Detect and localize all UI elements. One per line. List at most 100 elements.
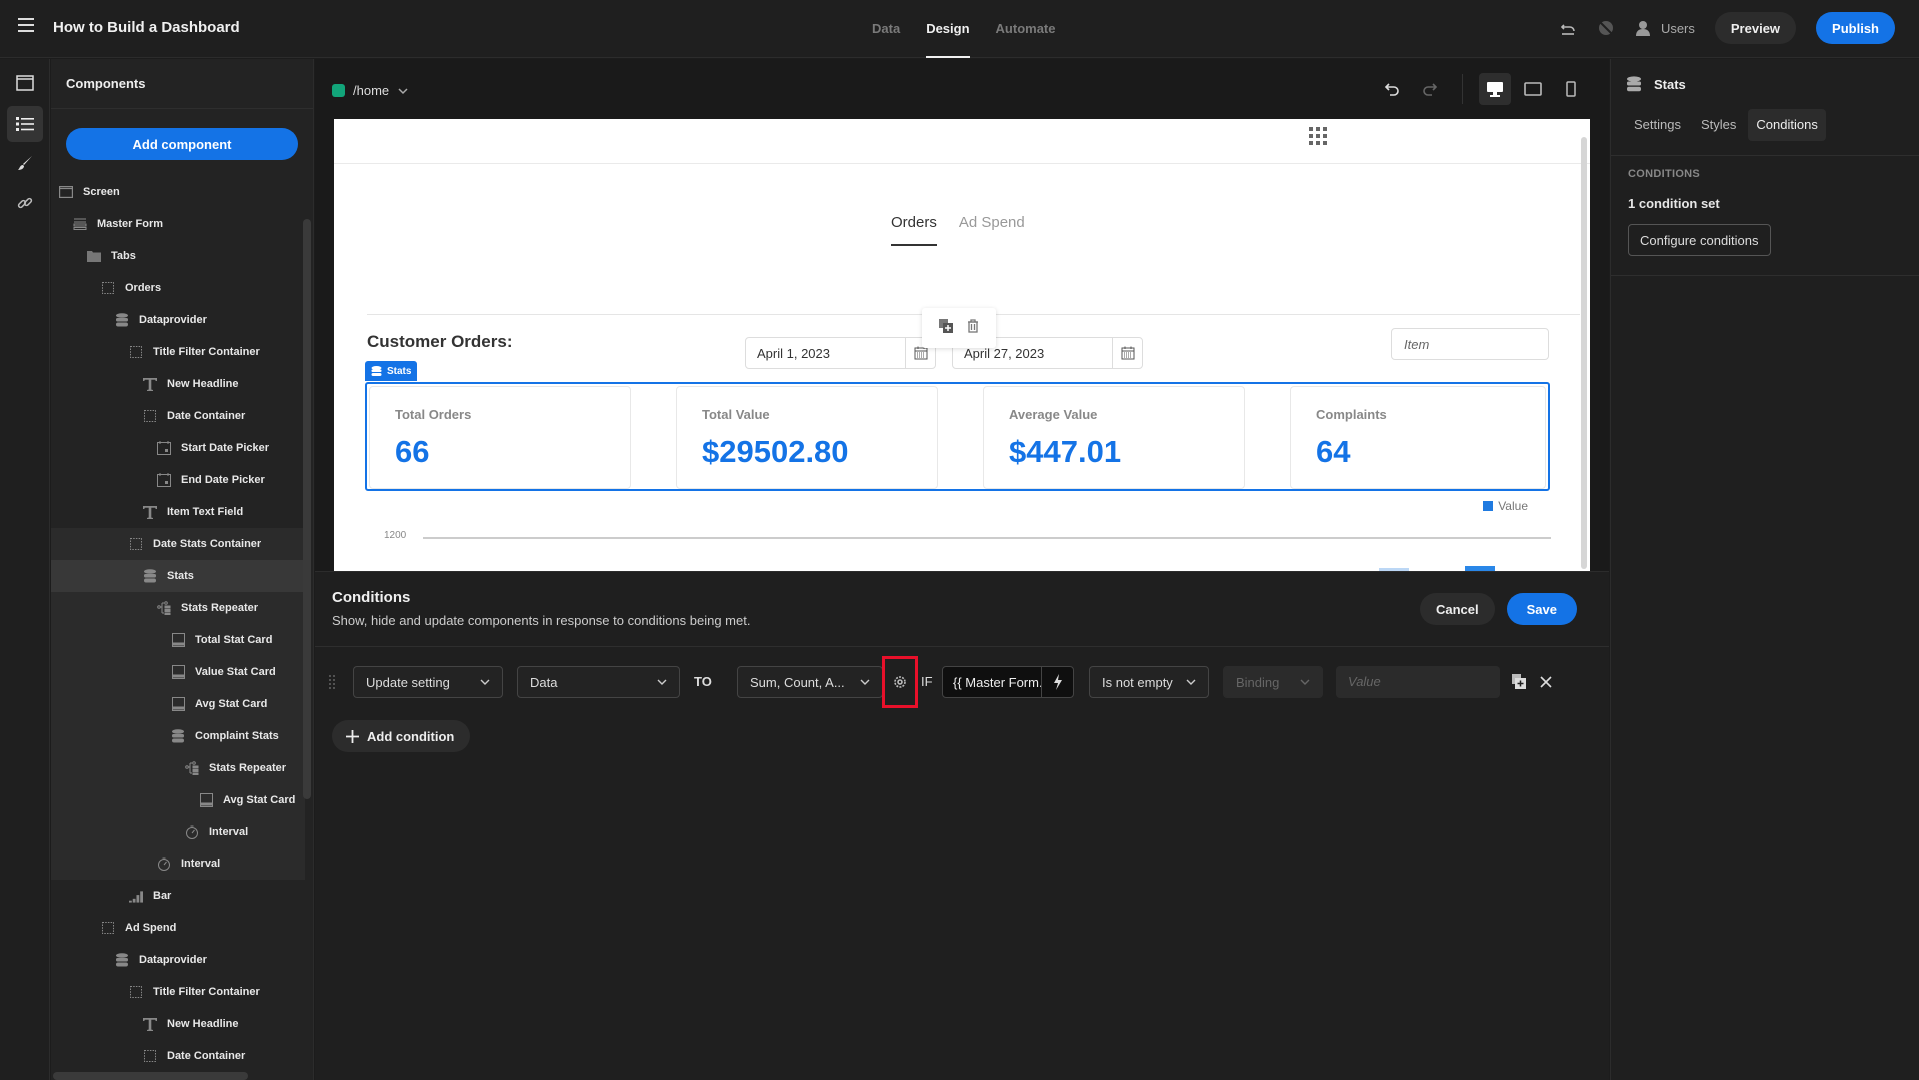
conditions-divider bbox=[315, 646, 1609, 647]
tree-item[interactable]: Avg Stat Card bbox=[51, 784, 305, 816]
cancel-button[interactable]: Cancel bbox=[1419, 593, 1495, 625]
operator-select[interactable]: Is not empty bbox=[1089, 666, 1209, 698]
drag-handle-icon[interactable] bbox=[329, 674, 335, 695]
tree-item[interactable]: End Date Picker bbox=[51, 464, 305, 496]
binding-input[interactable]: {{ Master Form.F... bbox=[942, 666, 1074, 698]
tree-item[interactable]: Item Text Field bbox=[51, 496, 305, 528]
chevron-down-icon bbox=[1186, 679, 1196, 685]
database-icon bbox=[371, 365, 382, 376]
route-selector[interactable]: /home bbox=[332, 83, 409, 98]
stats-component-badge[interactable]: Stats bbox=[365, 361, 418, 381]
tree-item[interactable]: Value Stat Card bbox=[51, 656, 305, 688]
stat-value: $29502.80 bbox=[702, 434, 849, 469]
calendar-icon[interactable] bbox=[1112, 338, 1142, 368]
tree-item-label: Date Stats Container bbox=[153, 538, 262, 550]
tree-item[interactable]: Start Date Picker bbox=[51, 432, 305, 464]
page-tab-orders[interactable]: Orders bbox=[891, 214, 937, 246]
tree-item[interactable]: Complaint Stats bbox=[51, 720, 305, 752]
tree-item[interactable]: New Headline bbox=[51, 368, 305, 400]
tree-item[interactable]: Interval bbox=[51, 848, 305, 880]
page-top-bar bbox=[334, 119, 1590, 164]
mobile-view-icon[interactable] bbox=[1555, 73, 1587, 105]
configure-conditions-button[interactable]: Configure conditions bbox=[1628, 224, 1771, 256]
screen-icon bbox=[59, 185, 73, 199]
users-button[interactable]: Users bbox=[1635, 19, 1695, 37]
tree-item[interactable]: Dataprovider bbox=[51, 944, 305, 976]
tab-styles[interactable]: Styles bbox=[1693, 109, 1744, 141]
desktop-view-icon[interactable] bbox=[1479, 73, 1511, 105]
start-date-value: April 1, 2023 bbox=[757, 346, 830, 361]
tab-settings[interactable]: Settings bbox=[1626, 109, 1689, 141]
tree-item[interactable]: Title Filter Container bbox=[51, 976, 305, 1008]
revert-icon[interactable] bbox=[1559, 19, 1577, 37]
lightning-bolt-icon[interactable] bbox=[1041, 667, 1073, 697]
tree-item[interactable]: Screen bbox=[51, 176, 305, 208]
tree-item[interactable]: Date Container bbox=[51, 1040, 305, 1072]
globe-disabled-icon[interactable] bbox=[1597, 19, 1615, 37]
stats-container[interactable]: Total Orders 66 Total Value $29502.80 Av… bbox=[365, 382, 1550, 491]
delete-icon[interactable] bbox=[967, 318, 979, 338]
action-value: Update setting bbox=[366, 674, 450, 690]
duplicate-condition-icon[interactable] bbox=[1512, 674, 1526, 694]
tree-item[interactable]: Dataprovider bbox=[51, 304, 305, 336]
setting-select[interactable]: Data bbox=[517, 666, 680, 698]
type-select[interactable]: Binding bbox=[1223, 666, 1323, 698]
database-icon bbox=[115, 953, 129, 967]
component-tree: Screen Master Form Tabs Orders Dataprovider T… bbox=[51, 176, 305, 1072]
tree-vertical-scrollbar[interactable] bbox=[303, 219, 311, 799]
tree-item-label: New Headline bbox=[167, 1018, 239, 1030]
tree-item-label: New Headline bbox=[167, 378, 239, 390]
tree-item[interactable]: Date Stats Container bbox=[51, 528, 305, 560]
tree-item-label: Tabs bbox=[111, 250, 136, 262]
add-condition-button[interactable]: Add condition bbox=[332, 720, 471, 752]
nav-automate[interactable]: Automate bbox=[996, 0, 1056, 58]
chevron-down-icon bbox=[398, 87, 408, 94]
tree-item[interactable]: Tabs bbox=[51, 240, 305, 272]
tree-item[interactable]: Bar bbox=[51, 880, 305, 912]
save-button[interactable]: Save bbox=[1506, 593, 1577, 625]
add-component-button[interactable]: Add component bbox=[66, 128, 298, 160]
tree-item[interactable]: Orders bbox=[51, 272, 305, 304]
tree-item[interactable]: Interval bbox=[51, 816, 305, 848]
tree-item[interactable]: Avg Stat Card bbox=[51, 688, 305, 720]
timer-icon bbox=[157, 857, 171, 871]
drag-grid-icon[interactable] bbox=[1309, 127, 1327, 145]
page-tab-ad-spend[interactable]: Ad Spend bbox=[959, 214, 1025, 231]
undo-icon[interactable] bbox=[1376, 73, 1408, 105]
close-icon[interactable] bbox=[1540, 675, 1552, 693]
redo-icon[interactable] bbox=[1414, 73, 1446, 105]
action-select[interactable]: Update setting bbox=[353, 666, 503, 698]
publish-button[interactable]: Publish bbox=[1816, 12, 1895, 44]
tree-item[interactable]: Stats Repeater bbox=[51, 592, 305, 624]
duplicate-icon[interactable] bbox=[939, 318, 953, 338]
menu-icon[interactable] bbox=[18, 18, 34, 32]
tree-item[interactable]: Stats bbox=[51, 560, 305, 592]
theme-brush-icon[interactable] bbox=[7, 145, 43, 181]
tree-item[interactable]: Date Container bbox=[51, 400, 305, 432]
nav-design[interactable]: Design bbox=[926, 0, 970, 58]
value-select[interactable]: Sum, Count, A... bbox=[737, 666, 883, 698]
link-icon[interactable] bbox=[7, 185, 43, 221]
item-text-field[interactable]: Item bbox=[1391, 328, 1549, 360]
tree-item[interactable]: Master Form bbox=[51, 208, 305, 240]
tree-item[interactable]: Title Filter Container bbox=[51, 336, 305, 368]
start-date-picker[interactable]: April 1, 2023 bbox=[745, 337, 936, 369]
tree-item[interactable]: Total Stat Card bbox=[51, 624, 305, 656]
stat-label: Total Orders bbox=[395, 407, 472, 422]
tree-horizontal-scrollbar[interactable] bbox=[53, 1072, 248, 1080]
tablet-view-icon[interactable] bbox=[1517, 73, 1549, 105]
preview-button[interactable]: Preview bbox=[1714, 12, 1797, 44]
tree-item[interactable]: New Headline bbox=[51, 1008, 305, 1040]
components-list-icon[interactable] bbox=[7, 106, 43, 142]
tree-item-label: Ad Spend bbox=[125, 922, 177, 934]
tree-item-label: Interval bbox=[209, 826, 249, 838]
page-scrollbar[interactable] bbox=[1581, 137, 1587, 569]
screens-icon[interactable] bbox=[7, 65, 43, 101]
nav-data[interactable]: Data bbox=[872, 0, 900, 58]
compare-value-input[interactable]: Value bbox=[1336, 666, 1500, 698]
tree-item[interactable]: Ad Spend bbox=[51, 912, 305, 944]
value-select-value: Sum, Count, A... bbox=[750, 674, 845, 690]
tab-conditions[interactable]: Conditions bbox=[1748, 109, 1826, 141]
card-icon bbox=[171, 665, 185, 679]
tree-item[interactable]: Stats Repeater bbox=[51, 752, 305, 784]
